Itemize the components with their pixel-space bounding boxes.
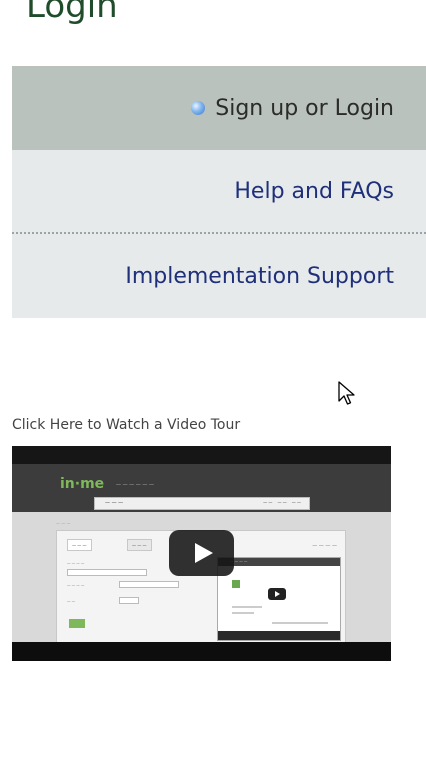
thumbnail-subwindow-controls (218, 631, 340, 640)
thumbnail-form-box (119, 581, 179, 588)
video-tour-caption[interactable]: Click Here to Watch a Video Tour (12, 417, 240, 433)
thumbnail-note: — — — (56, 521, 71, 526)
thumbnail-nav: — — — — — — (116, 482, 154, 488)
thumbnail-form-label: — — — — (67, 583, 84, 587)
thumbnail-text-line (232, 606, 262, 608)
video-top-bar (12, 446, 391, 464)
menu-item-label: Implementation Support (125, 264, 394, 289)
menu-item-help-faqs[interactable]: Help and FAQs (12, 150, 426, 234)
menu-item-label: Sign up or Login (215, 96, 394, 121)
menu-item-signup-login[interactable]: Sign up or Login (12, 66, 426, 150)
thumbnail-subwindow: — — — — (217, 557, 341, 641)
thumbnail-subwindow-bar: — — — — (218, 558, 340, 566)
thumbnail-tab: — — — (127, 539, 152, 551)
menu-item-label: Help and FAQs (234, 179, 394, 204)
video-bottom-bar (12, 642, 391, 661)
page-heading: Login (26, 0, 118, 26)
thumbnail-green-square (232, 580, 240, 588)
thumbnail-panel-title: — — — — (312, 543, 337, 549)
thumbnail-form-label: — — (67, 599, 75, 603)
thumbnail-tab: — — — (67, 539, 92, 551)
thumbnail-text-line (232, 612, 254, 614)
thumbnail-welcome-bar: — — — — —— —— — (94, 497, 310, 510)
thumbnail-text-line (272, 622, 328, 624)
thumbnail-small-play-icon (268, 588, 286, 600)
thumbnail-form-box (67, 569, 147, 576)
blue-dot-icon (191, 101, 205, 115)
thumbnail-go-button (69, 619, 85, 628)
thumbnail-form-box (119, 597, 139, 604)
menu-item-implementation-support[interactable]: Implementation Support (12, 234, 426, 318)
mouse-pointer-icon (338, 381, 356, 411)
side-menu: Sign up or Login Help and FAQs Implement… (12, 66, 426, 318)
thumbnail-logo: in·me (60, 476, 104, 492)
video-tour-player[interactable]: in·me — — — — — — — — — — —— —— — — — — … (12, 446, 391, 661)
thumbnail-welcome-text: — — — (105, 500, 123, 506)
play-icon[interactable] (169, 530, 234, 576)
thumbnail-header: in·me — — — — — — — — — — —— —— — (12, 464, 391, 512)
thumbnail-welcome-links: — —— —— — (263, 500, 301, 505)
thumbnail-form-label: — — — — (67, 561, 84, 565)
